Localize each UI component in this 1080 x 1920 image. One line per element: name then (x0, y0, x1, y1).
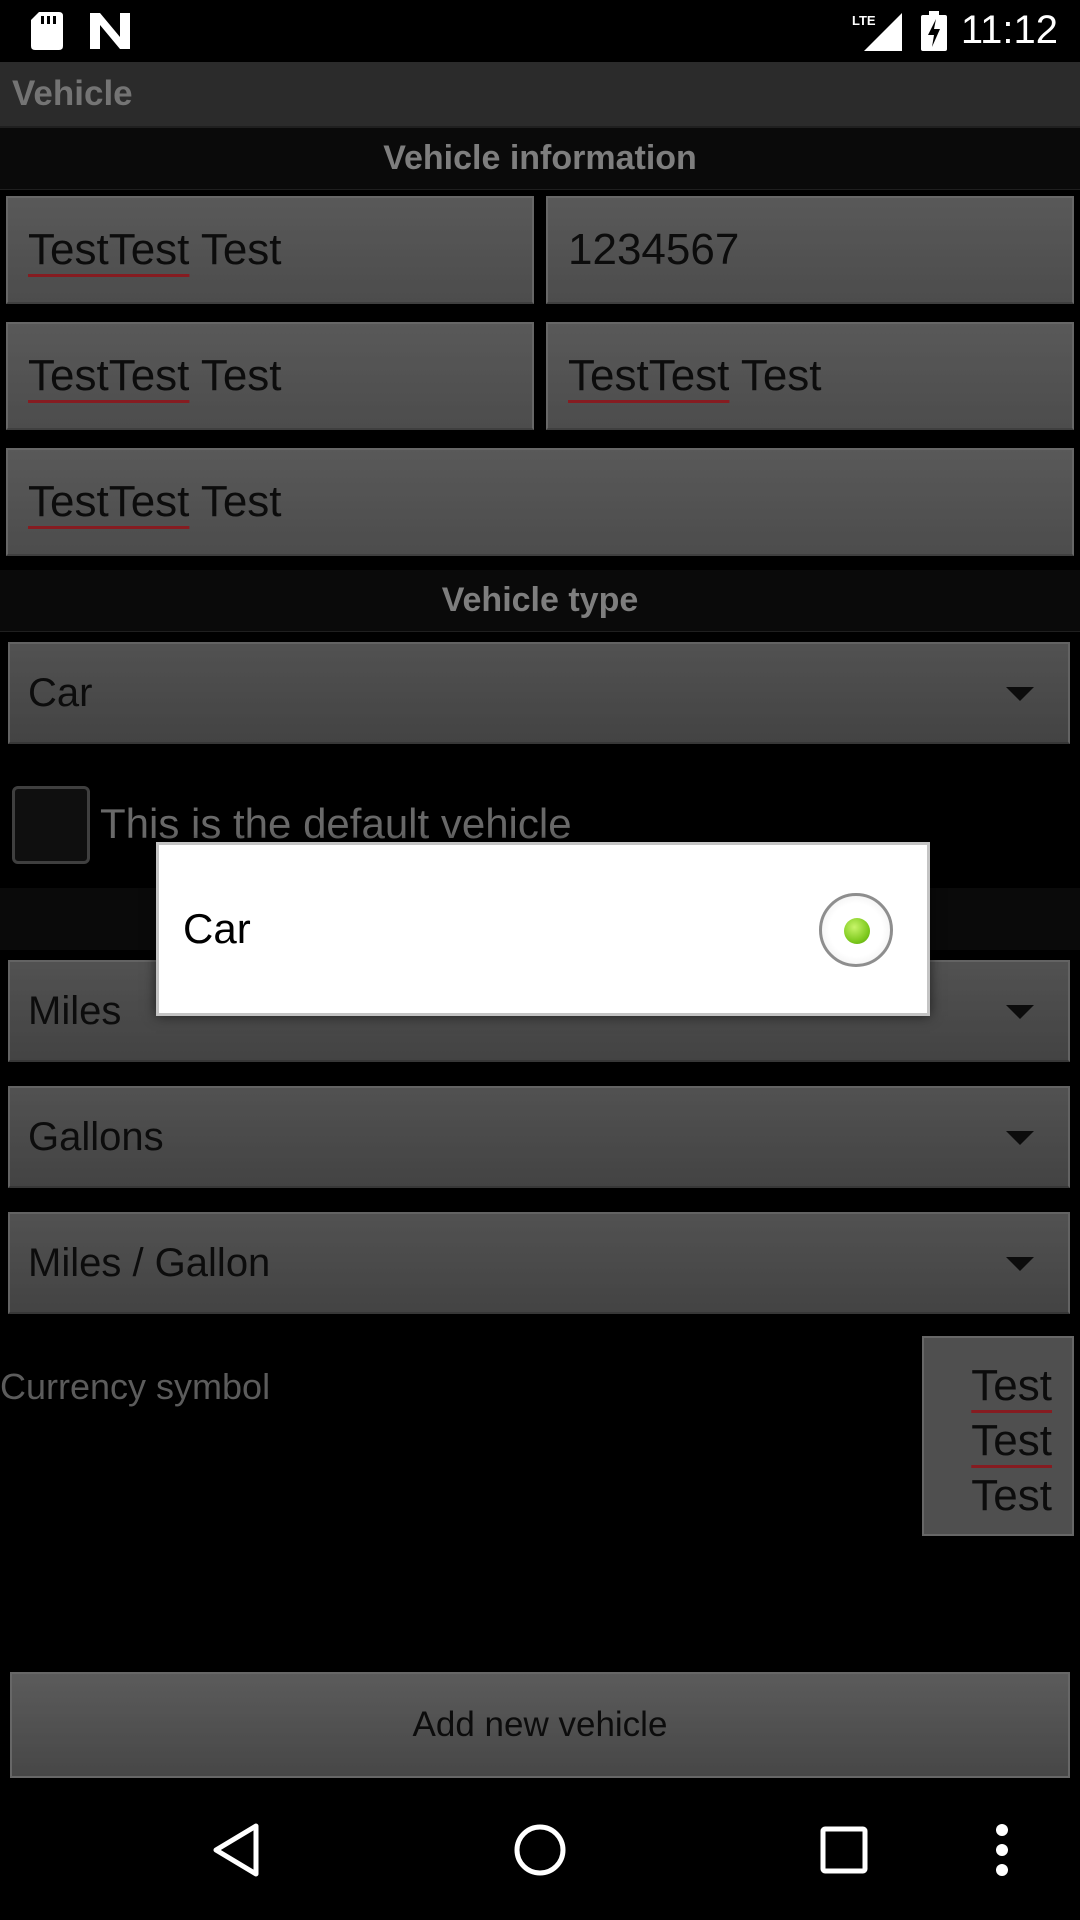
vehicle-type-dialog: Car (156, 842, 930, 1016)
menu-icon[interactable] (962, 1810, 1042, 1890)
svg-text:LTE: LTE (852, 13, 876, 28)
status-bar: LTE 11:12 (0, 0, 1080, 62)
sd-card-icon (30, 12, 64, 50)
back-icon[interactable] (196, 1810, 276, 1890)
dialog-option-car-label[interactable]: Car (183, 905, 251, 953)
lte-signal-icon: LTE (852, 12, 902, 51)
clock: 11:12 (960, 8, 1058, 52)
home-icon[interactable] (500, 1810, 580, 1890)
radio-selected-dot (844, 918, 870, 944)
navigation-bar (0, 1780, 1080, 1920)
n-logo-icon (90, 12, 130, 50)
radio-button-car[interactable] (819, 893, 893, 967)
recents-icon[interactable] (804, 1810, 884, 1890)
battery-charging-icon (920, 11, 948, 51)
